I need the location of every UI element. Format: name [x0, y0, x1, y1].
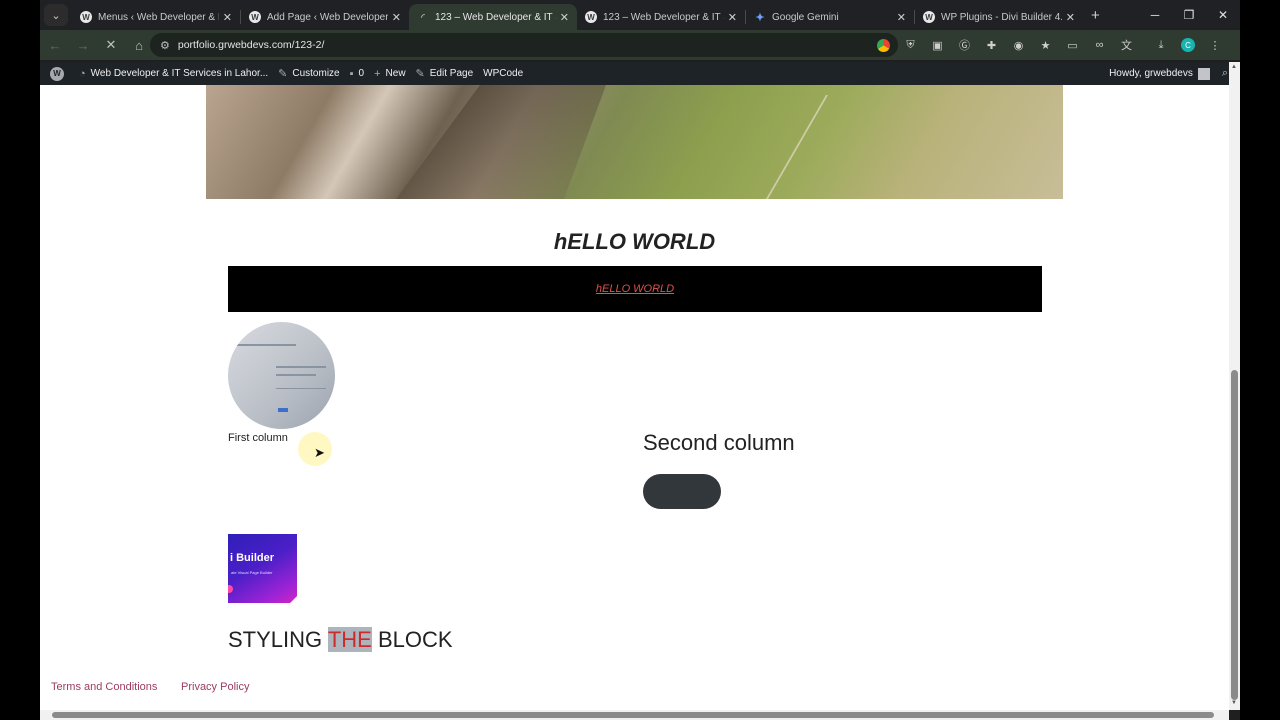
- link-icon[interactable]: ∞: [1089, 34, 1111, 56]
- howdy-account-menu[interactable]: Howdy, grwebdevs: [1109, 68, 1193, 79]
- close-icon[interactable]: ✕: [1066, 11, 1075, 24]
- gemini-icon: ✦: [755, 11, 765, 24]
- minimize-icon[interactable]: ─: [1138, 0, 1172, 30]
- tab-strip: ⌄ W Menus ‹ Web Developer & IT Se ✕ W Ad…: [40, 0, 1240, 30]
- horizontal-scrollbar[interactable]: [40, 710, 1229, 720]
- bookmark-manager-icon[interactable]: ★: [1035, 34, 1057, 56]
- divi-builder-image: i Builder ate Visual Page Builder: [228, 534, 297, 603]
- loading-icon: ◜: [421, 11, 425, 22]
- url-text: portfolio.grwebdevs.com/123-2/: [177, 39, 325, 51]
- image-detail: [278, 408, 288, 412]
- window-close-icon[interactable]: ✕: [1206, 0, 1240, 30]
- mouse-pointer-icon: ➤: [314, 445, 325, 460]
- chrome-extension-icon[interactable]: [873, 34, 895, 56]
- close-icon[interactable]: ✕: [392, 11, 401, 24]
- banner-link[interactable]: hELLO WORLD: [596, 283, 674, 295]
- image-detail: [276, 374, 316, 376]
- scroll-down-icon[interactable]: ▼: [1231, 700, 1237, 706]
- new-tab-icon[interactable]: +: [1091, 7, 1100, 24]
- tab-wp-plugins[interactable]: W WP Plugins - Divi Builder 4.27.4 ✕: [915, 4, 1083, 30]
- stop-loading-icon[interactable]: ✕: [98, 32, 124, 58]
- right-letterbox: [1240, 0, 1280, 720]
- comments-link[interactable]: ▪ 0: [350, 68, 364, 80]
- vertical-scrollbar[interactable]: ▲ ▼: [1229, 62, 1240, 710]
- site-name-menu[interactable]: ◔ Web Developer & IT Services in Lahor...: [79, 68, 268, 80]
- hero-trail-shape: [765, 95, 927, 199]
- styling-heading: STYLING THE BLOCK: [228, 627, 453, 652]
- tab-123-active[interactable]: ◜ 123 – Web Developer & IT Serv ✕: [409, 4, 577, 30]
- wp-admin-bar: W ◔ Web Developer & IT Services in Lahor.…: [40, 62, 1240, 85]
- search-icon[interactable]: ⌕: [1222, 67, 1228, 80]
- second-column-button[interactable]: [643, 474, 721, 509]
- left-letterbox: [0, 0, 40, 720]
- close-icon[interactable]: ✕: [897, 11, 906, 24]
- wordpress-icon: W: [585, 11, 597, 23]
- pencil-icon: ✎: [415, 68, 425, 80]
- image-detail: [276, 388, 326, 389]
- divi-dot-shape: [228, 585, 233, 593]
- back-icon[interactable]: ←: [42, 32, 68, 58]
- browser-toolbar: ← → ✕ ⌂ ⚙ portfolio.grwebdevs.com/123-2/…: [40, 30, 1240, 60]
- menu-kebab-icon[interactable]: ⋮: [1204, 34, 1226, 56]
- g-extension-icon[interactable]: Ⓖ: [954, 34, 976, 56]
- extensions-area: ⛨ ▣ Ⓖ ✚ ◉ ★ ▭ ∞ 文 ⤓ C ⋮: [870, 30, 1229, 60]
- puzzle-extension-icon[interactable]: ✚: [981, 34, 1003, 56]
- admin-bar-right: Howdy, grwebdevs ⌕: [1109, 62, 1228, 85]
- plus-icon: +: [374, 67, 381, 80]
- hero-ridge-shape: [396, 85, 606, 199]
- highlighted-word: THE: [327, 627, 372, 652]
- wordpress-icon: W: [50, 66, 64, 81]
- vertical-scroll-thumb[interactable]: [1231, 370, 1238, 700]
- tab-search-button[interactable]: ⌄: [44, 4, 68, 26]
- close-icon[interactable]: ✕: [728, 11, 737, 24]
- page-viewport: hELLO WORLD hELLO WORLD First column ➤ S…: [40, 85, 1229, 710]
- wordpress-icon: W: [249, 11, 261, 23]
- first-column-caption: First column: [228, 432, 288, 444]
- first-column-round-image: [228, 322, 335, 429]
- wpcode-link[interactable]: WPCode: [483, 68, 523, 79]
- shield-extension-icon[interactable]: ⛨: [900, 34, 922, 56]
- download-icon[interactable]: ⤓: [1150, 34, 1172, 56]
- wordpress-icon: W: [80, 11, 92, 23]
- tab-google-gemini[interactable]: ✦ Google Gemini ✕: [746, 4, 914, 30]
- edit-page-link[interactable]: ✎ Edit Page: [416, 67, 474, 80]
- translate-icon[interactable]: 文: [1116, 34, 1138, 56]
- tab-123[interactable]: W 123 – Web Developer & IT Serv ✕: [577, 4, 745, 30]
- second-column-heading: Second column: [643, 430, 795, 455]
- home-icon[interactable]: ⌂: [126, 32, 152, 58]
- new-content-menu[interactable]: + New: [374, 68, 405, 80]
- comment-icon: ▪: [349, 67, 354, 80]
- window-controls: ─ ❐ ✕: [1138, 0, 1240, 30]
- badge-extension-icon[interactable]: ▣: [927, 34, 949, 56]
- profile-avatar[interactable]: C: [1177, 34, 1199, 56]
- scroll-up-icon[interactable]: ▲: [1231, 64, 1237, 70]
- footer-terms-link[interactable]: Terms and Conditions: [51, 681, 157, 693]
- tab-add-page[interactable]: W Add Page ‹ Web Developer & IT ✕: [241, 4, 409, 30]
- black-banner: hELLO WORLD: [228, 266, 1042, 312]
- close-icon[interactable]: ✕: [560, 11, 569, 24]
- user-avatar-icon[interactable]: [1197, 67, 1210, 80]
- hero-mountain-image: [206, 85, 1063, 199]
- restore-icon[interactable]: ❐: [1172, 0, 1206, 30]
- page-heading: hELLO WORLD: [553, 229, 716, 254]
- site-settings-icon[interactable]: ⚙: [160, 39, 170, 52]
- dashboard-icon: ◔: [79, 67, 86, 80]
- wordpress-icon: W: [923, 11, 935, 23]
- tab-layout-icon[interactable]: ▭: [1062, 34, 1084, 56]
- wp-logo-menu[interactable]: W: [50, 66, 69, 81]
- screen: ⌄ W Menus ‹ Web Developer & IT Se ✕ W Ad…: [0, 0, 1280, 720]
- tab-menus[interactable]: W Menus ‹ Web Developer & IT Se ✕: [72, 4, 240, 30]
- close-icon[interactable]: ✕: [223, 11, 232, 24]
- customize-link[interactable]: ✎ Customize: [278, 67, 339, 80]
- footer-privacy-link[interactable]: Privacy Policy: [181, 681, 249, 693]
- screenshot-icon[interactable]: ◉: [1008, 34, 1030, 56]
- forward-icon[interactable]: →: [70, 32, 96, 58]
- image-detail: [236, 344, 296, 346]
- brush-icon: ✎: [278, 68, 288, 80]
- address-bar[interactable]: ⚙ portfolio.grwebdevs.com/123-2/ ☆: [150, 33, 898, 57]
- horizontal-scroll-thumb[interactable]: [52, 712, 1214, 718]
- image-detail: [276, 366, 326, 368]
